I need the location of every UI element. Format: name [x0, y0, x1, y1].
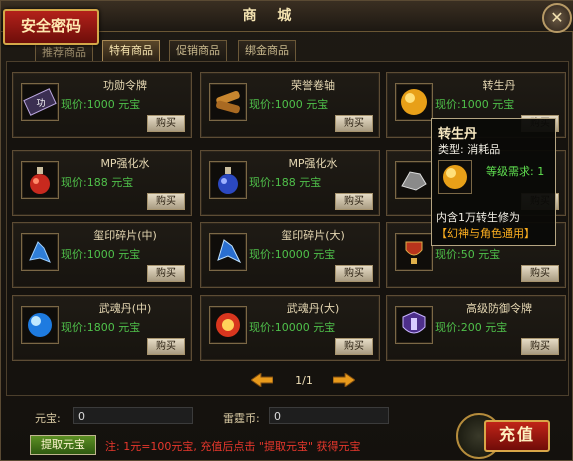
red-potion-icon — [30, 167, 50, 194]
item-price: 现价:200 元宝 — [435, 321, 508, 334]
withdraw-yuanbao-button[interactable]: 提取元宝 — [30, 435, 96, 455]
window-title: 商 城 — [242, 8, 300, 24]
item-name: 转生丹 — [482, 79, 516, 92]
item-price: 现价:1000 元宝 — [249, 98, 329, 111]
buy-button[interactable]: 购买 — [335, 265, 373, 282]
golden-pill-icon — [401, 89, 427, 115]
item-name: 武魂丹(大) — [286, 302, 340, 315]
tab-recommended[interactable]: 推荐商品 — [35, 42, 93, 63]
buy-button[interactable]: 购买 — [147, 115, 185, 132]
shield-token-icon — [402, 311, 426, 334]
buy-button[interactable]: 购买 — [521, 265, 559, 282]
shop-item: MP强化水 现价:188 元宝 购买 — [12, 150, 192, 216]
item-slot[interactable] — [395, 233, 433, 271]
close-icon: ✕ — [550, 8, 564, 27]
item-name: MP强化水 — [288, 157, 338, 170]
item-price: 现价:1000 元宝 — [435, 98, 515, 111]
recharge-button[interactable]: 充值 — [484, 420, 550, 452]
recharge-widget: 充值 — [456, 411, 552, 459]
buy-button[interactable]: 购买 — [521, 338, 559, 355]
medal-token-icon: 功 — [23, 88, 57, 116]
crystal-shard-icon — [29, 241, 51, 263]
item-price: 现价:188 元宝 — [249, 176, 322, 189]
buy-button[interactable]: 购买 — [147, 265, 185, 282]
trophy-icon — [405, 241, 423, 264]
shop-item: 武魂丹(中) 现价:1800 元宝 购买 — [12, 295, 192, 361]
buy-button[interactable]: 购买 — [335, 338, 373, 355]
item-name: 玺印碎片(大) — [281, 229, 345, 242]
security-password-button[interactable]: 安全密码 — [3, 9, 99, 45]
crystal-shard-icon — [217, 239, 242, 264]
item-slot[interactable] — [395, 306, 433, 344]
item-price: 现价:1800 元宝 — [61, 321, 141, 334]
next-page-button[interactable] — [333, 373, 355, 387]
shop-item: 玺印碎片(中) 现价:1000 元宝 购买 — [12, 222, 192, 288]
item-slot[interactable]: 功 — [21, 83, 59, 121]
tab-promotion[interactable]: 促销商品 — [169, 40, 227, 61]
svg-text:功: 功 — [36, 98, 45, 109]
prev-page-button[interactable] — [251, 373, 273, 387]
blue-orb-icon — [28, 313, 52, 337]
tab-exclusive[interactable]: 特有商品 — [102, 40, 160, 61]
item-slot[interactable] — [21, 233, 59, 271]
item-price: 现价:1000 元宝 — [61, 98, 141, 111]
yuanbao-label: 元宝: — [35, 412, 61, 425]
item-slot[interactable] — [209, 306, 247, 344]
buy-button[interactable]: 购买 — [147, 338, 185, 355]
buy-button[interactable]: 购买 — [335, 193, 373, 210]
item-slot[interactable] — [209, 83, 247, 121]
shop-window: 商 城 ✕ 推荐商品 特有商品 促销商品 绑金商品 安全密码 功 功勋令牌 现价… — [0, 0, 573, 461]
yuanbao-balance-field: 0 — [73, 407, 193, 424]
tooltip-level-requirement: 等级需求: 1 — [486, 165, 545, 178]
blue-potion-icon — [218, 167, 238, 194]
item-name: 高级防御令牌 — [466, 302, 532, 315]
shop-item: 武魂丹(大) 现价:10000 元宝 购买 — [200, 295, 380, 361]
close-button[interactable]: ✕ — [542, 3, 572, 33]
item-tooltip: 转生丹 类型: 消耗品 等级需求: 1 内含1万转生修为 【幻神与角色通用】 — [431, 118, 556, 246]
tooltip-item-name: 转生丹 — [438, 127, 478, 142]
item-slot[interactable] — [395, 83, 433, 121]
tooltip-item-slot — [438, 160, 472, 194]
item-name: 武魂丹(中) — [98, 302, 152, 315]
page-indicator: 1/1 — [295, 374, 313, 387]
item-name: 玺印碎片(中) — [93, 229, 157, 242]
shop-item: 玺印碎片(大) 现价:10000 元宝 购买 — [200, 222, 380, 288]
scroll-icon — [216, 90, 240, 114]
tooltip-description: 内含1万转生修为 — [436, 211, 520, 224]
item-name: 功勋令牌 — [103, 79, 147, 92]
tooltip-usage-note: 【幻神与角色通用】 — [436, 227, 535, 240]
ore-icon — [401, 171, 427, 191]
buy-button[interactable]: 购买 — [335, 115, 373, 132]
item-price: 现价:10000 元宝 — [249, 321, 336, 334]
tab-bound-gold[interactable]: 绑金商品 — [238, 40, 296, 61]
lei-coin-label: 雷霆币: — [223, 412, 260, 425]
fire-orb-icon — [216, 313, 240, 337]
item-price: 现价:10000 元宝 — [249, 248, 336, 261]
shop-item: 荣誉卷轴 现价:1000 元宝 购买 — [200, 72, 380, 138]
item-slot[interactable] — [395, 161, 433, 199]
item-slot[interactable] — [21, 161, 59, 199]
item-slot[interactable] — [209, 161, 247, 199]
item-name: MP强化水 — [100, 157, 150, 170]
item-price: 现价:188 元宝 — [61, 176, 134, 189]
item-price: 现价:1000 元宝 — [61, 248, 141, 261]
item-price: 现价:50 元宝 — [435, 248, 501, 261]
recharge-note: 注: 1元=100元宝, 充值后点击 "提取元宝" 获得元宝 — [105, 440, 361, 453]
tooltip-item-category: 类型: 消耗品 — [438, 143, 501, 156]
shop-item: MP强化水 现价:188 元宝 购买 — [200, 150, 380, 216]
buy-button[interactable]: 购买 — [147, 193, 185, 210]
item-name: 荣誉卷轴 — [291, 79, 335, 92]
lei-coin-balance-field: 0 — [269, 407, 389, 424]
shop-item: 高级防御令牌 现价:200 元宝 购买 — [386, 295, 566, 361]
item-slot[interactable] — [21, 306, 59, 344]
item-slot[interactable] — [209, 233, 247, 271]
golden-pill-icon — [443, 165, 467, 189]
shop-item: 功 功勋令牌 现价:1000 元宝 购买 — [12, 72, 192, 138]
